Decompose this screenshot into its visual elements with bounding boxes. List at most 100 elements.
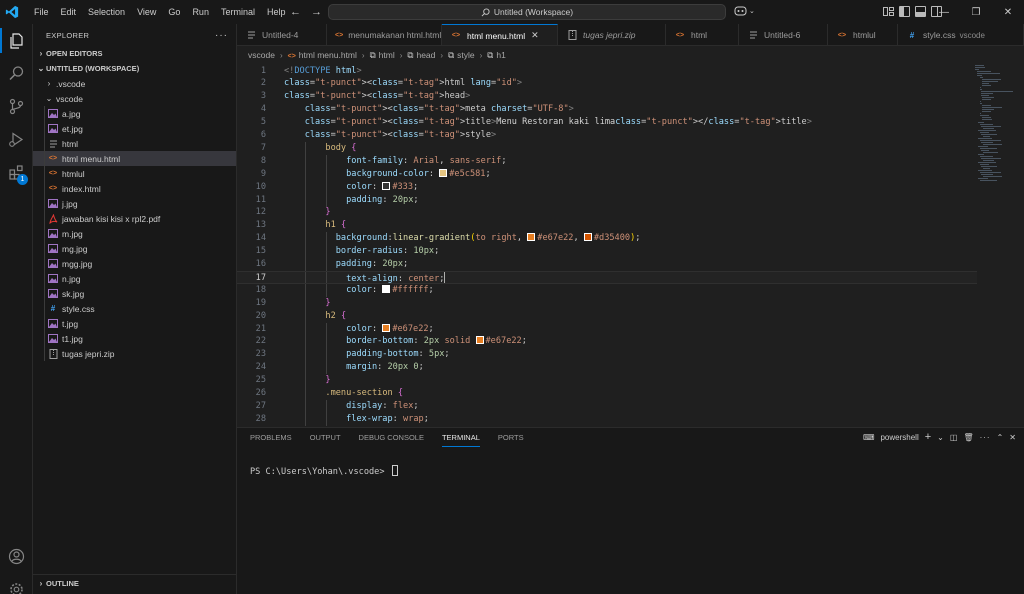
panel-tab-output[interactable]: OUTPUT [310, 428, 350, 448]
source-control-icon[interactable] [0, 90, 33, 123]
menu-help[interactable]: Help [261, 0, 292, 24]
minimap-line [978, 178, 988, 179]
tab-style-css[interactable]: # style.css vscode [898, 24, 1024, 45]
close-window-icon[interactable]: ✕ [992, 0, 1024, 24]
close-tab-icon[interactable]: ✕ [531, 30, 539, 41]
tree-item[interactable]: t.jpg [33, 316, 236, 331]
open-editors-section[interactable]: › OPEN EDITORS [33, 46, 236, 61]
customize-layout-icon[interactable] [883, 6, 894, 17]
tab-htmlul[interactable]: <> htmlul [828, 24, 898, 45]
tree-item[interactable]: <> htmlul [33, 166, 236, 181]
tree-item[interactable]: n.jpg [33, 271, 236, 286]
tree-item[interactable]: # style.css [33, 301, 236, 316]
tree-item[interactable]: ⌄ vscode [33, 91, 236, 106]
line-number: 9 [260, 168, 266, 179]
color-swatch[interactable] [382, 181, 391, 190]
restore-icon[interactable]: ❐ [960, 0, 992, 24]
menu-view[interactable]: View [131, 0, 162, 24]
tab-untitled-6[interactable]: Untitled-6 [739, 24, 828, 45]
minimize-icon[interactable]: — [928, 0, 960, 24]
toggle-panel-icon[interactable] [915, 6, 926, 17]
tab-tugas-jepri-zip[interactable]: tugas jepri.zip [558, 24, 666, 45]
css-file-icon: # [909, 30, 915, 40]
breadcrumb-item[interactable]: vscode [248, 50, 275, 60]
tab-html-menu-html[interactable]: <> html menu.html ✕ [442, 24, 558, 45]
workspace-section[interactable]: ⌄ UNTITLED (WORKSPACE) [33, 61, 236, 76]
tree-item[interactable]: mgg.jpg [33, 256, 236, 271]
tree-item[interactable]: j.jpg [33, 196, 236, 211]
breadcrumb-item[interactable]: ⧉ html [370, 50, 395, 61]
command-center[interactable]: Untitled (Workspace) [328, 4, 726, 20]
code-line: 2 class="t-punct"><class="t-tag">html lan… [237, 77, 977, 90]
minimap-line [977, 75, 982, 76]
panel-tab-ports[interactable]: PORTS [498, 428, 533, 448]
more-actions-icon[interactable]: ··· [215, 30, 228, 41]
tab-html[interactable]: <> html [666, 24, 739, 45]
split-terminal-icon[interactable]: ◫ [950, 433, 958, 442]
tree-item[interactable]: et.jpg [33, 121, 236, 136]
tree-item[interactable]: › .vscode [33, 76, 236, 91]
color-swatch[interactable] [583, 233, 592, 242]
command-center-label: Untitled (Workspace) [493, 7, 574, 17]
tree-item[interactable]: <> index.html [33, 181, 236, 196]
settings-gear-icon[interactable] [0, 573, 33, 594]
color-swatch[interactable] [527, 233, 536, 242]
text-file-icon [245, 30, 257, 40]
code-text: color: #ffffff; [346, 284, 434, 295]
accounts-icon[interactable] [0, 540, 33, 573]
panel-tab-problems[interactable]: PROBLEMS [250, 428, 301, 448]
toggle-primary-sidebar-icon[interactable] [899, 6, 910, 17]
breadcrumb-item[interactable]: ⧉ style [448, 50, 475, 61]
color-swatch[interactable] [439, 168, 448, 177]
color-swatch[interactable] [475, 336, 484, 345]
extensions-icon[interactable]: 1 [0, 156, 33, 189]
tree-item[interactable]: tugas jepri.zip [33, 346, 236, 361]
menu-terminal[interactable]: Terminal [215, 0, 261, 24]
explorer-icon[interactable] [0, 24, 33, 57]
tab-untitled-4[interactable]: Untitled-4 [237, 24, 327, 45]
menu-selection[interactable]: Selection [82, 0, 131, 24]
tree-item[interactable]: jawaban kisi kisi x rpl2.pdf [33, 211, 236, 226]
chevron-right-icon: › [361, 50, 365, 60]
search-icon[interactable] [0, 57, 33, 90]
copilot-button[interactable]: ⌄ [734, 5, 755, 16]
html-file-icon: <> [287, 53, 296, 60]
menu-go[interactable]: Go [162, 0, 186, 24]
color-swatch[interactable] [382, 284, 391, 293]
color-swatch[interactable] [382, 323, 391, 332]
new-terminal-icon[interactable]: + [925, 431, 931, 443]
menu-file[interactable]: File [28, 0, 55, 24]
tree-item-label: .vscode [56, 78, 86, 89]
minimap[interactable] [975, 64, 1015, 427]
tree-item[interactable]: <> html menu.html [33, 151, 236, 166]
menu-edit[interactable]: Edit [55, 0, 83, 24]
code-editor[interactable]: 1 <!DOCTYPE html> 2 class="t-punct"><class=… [237, 64, 1024, 427]
tree-item-label: html [62, 138, 79, 149]
tab-menumakanan-html-html[interactable]: <> menumakanan html.html [327, 24, 442, 45]
menu-run[interactable]: Run [186, 0, 215, 24]
kill-terminal-icon[interactable]: 🗑 [963, 433, 973, 442]
more-actions-icon[interactable]: ··· [980, 433, 991, 442]
tree-item[interactable]: m.jpg [33, 226, 236, 241]
panel-tab-debug-console[interactable]: DEBUG CONSOLE [359, 428, 433, 448]
chevron-down-icon[interactable]: ⌄ [937, 433, 944, 442]
tab-label: Untitled-4 [262, 30, 299, 40]
tree-item[interactable]: a.jpg [33, 106, 236, 121]
breadcrumb-item[interactable]: ⧉ head [407, 50, 435, 61]
back-arrow-icon[interactable]: ← [290, 6, 301, 18]
terminal-shell-label[interactable]: powershell [880, 433, 918, 442]
tree-item[interactable]: sk.jpg [33, 286, 236, 301]
terminal-output[interactable]: PS C:\Users\Yohan\.vscode> [250, 465, 398, 477]
forward-arrow-icon[interactable]: → [311, 6, 322, 18]
code-line: 16 padding: 20px; [237, 258, 977, 271]
tree-item[interactable]: t1.jpg [33, 331, 236, 346]
maximize-panel-icon[interactable]: ⌃ [997, 433, 1004, 442]
close-panel-icon[interactable]: ✕ [1009, 433, 1016, 442]
tree-item[interactable]: html [33, 136, 236, 151]
breadcrumb-item[interactable]: ⧉ h1 [487, 50, 506, 61]
breadcrumb-item[interactable]: <> html menu.html [288, 50, 357, 60]
panel-tab-terminal[interactable]: TERMINAL [441, 428, 489, 448]
outline-section[interactable]: › OUTLINE [33, 574, 237, 592]
tree-item[interactable]: mg.jpg [33, 241, 236, 256]
run-and-debug-icon[interactable] [0, 123, 33, 156]
